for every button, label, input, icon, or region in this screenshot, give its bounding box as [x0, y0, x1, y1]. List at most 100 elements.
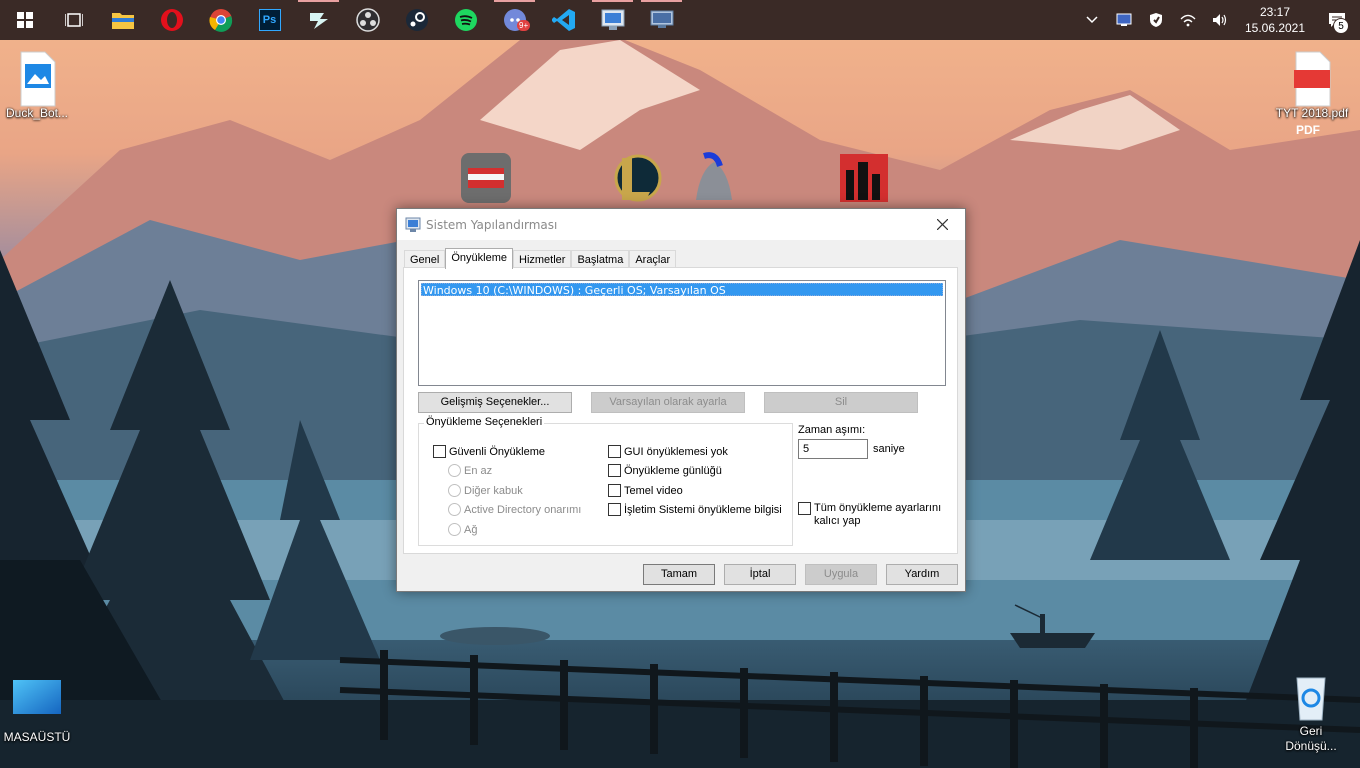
close-button[interactable]	[919, 209, 965, 239]
desktop-icon-label: Duck_Bot...	[5, 106, 69, 120]
spotify-button[interactable]	[441, 0, 490, 40]
monitor-icon	[650, 10, 673, 28]
system-config-button[interactable]	[588, 0, 637, 40]
wifi-icon[interactable]	[1172, 0, 1204, 40]
no-gui-boot-checkbox[interactable]: GUI önyüklemesi yok	[608, 445, 728, 458]
steam-icon	[405, 9, 428, 31]
set-default-button[interactable]: Varsayılan olarak ayarla	[591, 392, 745, 413]
checkbox-box	[433, 445, 446, 458]
desktop-icon-label: TYT 2018.pdf	[1275, 106, 1349, 120]
safe-boot-checkbox[interactable]: Güvenli Önyükleme	[433, 445, 545, 458]
file-explorer-button[interactable]	[98, 0, 147, 40]
discord-badge: 9+	[517, 20, 531, 31]
helmet-game-icon[interactable]	[686, 152, 738, 204]
shield-icon[interactable]	[1140, 0, 1172, 40]
task-view-icon	[64, 13, 83, 27]
pdf-badge: PDF	[1296, 123, 1320, 137]
tab-onyukleme[interactable]: Önyükleme	[445, 248, 513, 269]
obs-button[interactable]	[343, 0, 392, 40]
opera-button[interactable]	[147, 0, 196, 40]
desktop-folder-icon	[13, 678, 61, 726]
os-boot-info-label: İşletim Sistemi önyükleme bilgisi	[624, 503, 782, 516]
close-icon	[936, 218, 948, 230]
desktop-icon-label: MASAÜSTÜ	[3, 730, 71, 744]
vscode-button[interactable]	[539, 0, 588, 40]
game-shortcut-icon[interactable]	[460, 152, 512, 204]
no-gui-label: GUI önyüklemesi yok	[624, 445, 728, 458]
notification-count-badge: 5	[1333, 18, 1349, 34]
filmora-button[interactable]	[294, 0, 343, 40]
clock[interactable]: 23:17 15.06.2021	[1236, 4, 1314, 36]
timeout-input[interactable]: 5	[798, 439, 868, 459]
checkbox-box	[608, 484, 621, 497]
photoshop-icon: Ps	[258, 9, 281, 31]
folder-icon	[111, 13, 134, 29]
checkbox-box	[608, 503, 621, 516]
network-monitor-icon[interactable]	[1108, 0, 1140, 40]
system-config-icon	[601, 9, 624, 30]
alternate-shell-radio[interactable]: Diğer kabuk	[448, 484, 523, 497]
remote-desktop-button[interactable]	[637, 0, 686, 40]
delete-button[interactable]: Sil	[764, 392, 918, 413]
make-permanent-label: Tüm önyükleme ayarlarını kalıcı yap	[814, 502, 942, 527]
base-video-label: Temel video	[624, 484, 683, 497]
radio-circle	[448, 503, 461, 516]
task-view-button[interactable]	[49, 0, 98, 40]
notification-center-button[interactable]: 5	[1314, 0, 1360, 40]
ad-repair-radio[interactable]: Active Directory onarımı	[448, 503, 581, 516]
league-of-legends-icon[interactable]	[610, 152, 662, 204]
os-list[interactable]: Windows 10 (C:\WINDOWS) : Geçerli OS; Va…	[418, 280, 946, 386]
desktop-icon-duck-bot[interactable]: Duck_Bot...	[0, 50, 74, 120]
taskbar: Ps 9+ 23:17 15.06.2021 5	[0, 0, 1360, 40]
ad-repair-label: Active Directory onarımı	[464, 503, 582, 516]
photoshop-button[interactable]: Ps	[245, 0, 294, 40]
opera-icon	[160, 9, 183, 31]
os-boot-info-checkbox[interactable]: İşletim Sistemi önyükleme bilgisi	[608, 503, 782, 516]
desktop-icon-label: Geri Dönüşü...	[1285, 724, 1337, 753]
alternate-shell-label: Diğer kabuk	[464, 484, 523, 497]
clock-time: 23:17	[1259, 5, 1291, 19]
filmora-icon	[309, 13, 328, 29]
checkbox-box	[798, 502, 811, 515]
start-button[interactable]	[0, 0, 49, 40]
desktop-icon-tyt-pdf[interactable]: PDF TYT 2018.pdf	[1275, 50, 1349, 137]
chrome-button[interactable]	[196, 0, 245, 40]
checkbox-box	[608, 445, 621, 458]
base-video-checkbox[interactable]: Temel video	[608, 484, 683, 497]
windows-logo-icon	[16, 12, 33, 28]
pdf-file-icon: PDF	[1288, 50, 1336, 137]
help-button[interactable]: Yardım	[886, 564, 958, 585]
make-permanent-checkbox[interactable]: Tüm önyükleme ayarlarını kalıcı yap	[798, 502, 944, 528]
tab-bar: Genel Önyükleme Hizmetler Başlatma Araçl…	[404, 248, 677, 269]
boot-log-label: Önyükleme günlüğü	[624, 464, 722, 477]
timeout-label: Zaman aşımı:	[798, 424, 866, 436]
chrome-icon	[208, 9, 232, 32]
desktop-icon-masaustu[interactable]: MASAÜSTÜ	[0, 678, 74, 744]
os-list-item[interactable]: Windows 10 (C:\WINDOWS) : Geçerli OS; Va…	[421, 283, 943, 297]
steam-button[interactable]	[392, 0, 441, 40]
cancel-button[interactable]: İptal	[724, 564, 796, 585]
apply-button[interactable]: Uygula	[805, 564, 877, 585]
safe-boot-label: Güvenli Önyükleme	[449, 445, 545, 458]
network-label: Ağ	[464, 523, 478, 536]
discord-button[interactable]: 9+	[490, 0, 539, 40]
system-config-icon	[405, 217, 421, 232]
boot-log-checkbox[interactable]: Önyükleme günlüğü	[608, 464, 722, 477]
ok-button[interactable]: Tamam	[643, 564, 715, 585]
spotify-icon	[454, 9, 477, 31]
network-radio[interactable]: Ağ	[448, 523, 477, 536]
dialog-titlebar[interactable]: Sistem Yapılandırması	[397, 209, 965, 240]
system-tray: 23:17 15.06.2021 5	[1076, 0, 1360, 40]
obs-icon	[355, 8, 380, 32]
dialog-title: Sistem Yapılandırması	[426, 217, 558, 232]
volume-icon[interactable]	[1204, 0, 1236, 40]
boot-options-legend: Önyükleme Seçenekleri	[424, 416, 545, 428]
advanced-options-button[interactable]: Gelişmiş Seçenekler...	[418, 392, 572, 413]
minimal-radio[interactable]: En az	[448, 464, 492, 477]
mafia-game-icon[interactable]	[838, 152, 890, 204]
chevron-up-icon[interactable]	[1076, 0, 1108, 40]
image-file-icon	[13, 50, 61, 107]
boot-tab-panel: Windows 10 (C:\WINDOWS) : Geçerli OS; Va…	[403, 267, 958, 554]
desktop-icon-recycle-bin[interactable]: Geri Dönüşü...	[1274, 672, 1348, 754]
recycle-bin-icon	[1287, 672, 1335, 721]
